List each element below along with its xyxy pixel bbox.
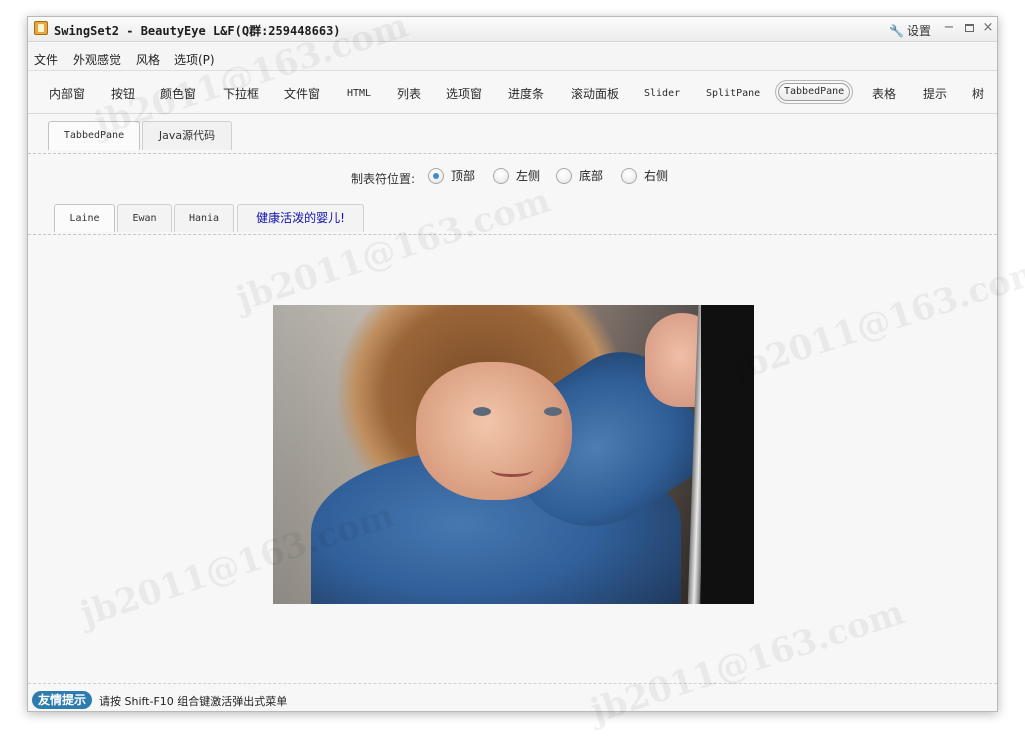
demo-tab-strip: TabbedPane Java源代码	[28, 116, 997, 154]
menu-style[interactable]: 风格	[136, 51, 160, 68]
toolbar-color-chooser[interactable]: 颜色窗	[160, 85, 196, 103]
toolbar-button[interactable]: 按钮	[111, 85, 135, 103]
toolbar-internal-frame[interactable]: 内部窗	[49, 85, 85, 103]
radio-unselected-icon	[556, 167, 572, 184]
settings-label: 设置	[906, 24, 931, 38]
tab-placement-label: 制表符位置:	[351, 172, 416, 186]
menu-bar: 文件 外观感觉 风格 选项(P)	[28, 43, 997, 71]
person-tab-strip: Laine Ewan Hania 健康活泼的婴儿!	[28, 200, 997, 235]
photo-left-eye	[473, 407, 491, 416]
minimize-icon[interactable]: −	[942, 21, 956, 35]
toolbar-slider[interactable]: Slider	[644, 85, 680, 103]
tab-tabbed-pane-demo[interactable]: TabbedPane	[48, 121, 140, 150]
placement-top-radio[interactable]: 顶部	[428, 167, 475, 184]
menu-options[interactable]: 选项(P)	[174, 51, 215, 68]
placement-bottom-label: 底部	[579, 169, 604, 183]
demo-toolbar: 内部窗 按钮 颜色窗 下拉框 文件窗 HTML 列表 选项窗 进度条 滚动面板 …	[28, 72, 997, 114]
title-bar: SwingSet2 - BeautyEye L&F(Q群:259448663) …	[28, 17, 997, 42]
tab-laine[interactable]: Laine	[54, 204, 115, 232]
toolbar-list[interactable]: 列表	[397, 85, 421, 103]
window-title: SwingSet2 - BeautyEye L&F(Q群:259448663)	[54, 24, 341, 38]
placement-left-radio[interactable]: 左侧	[493, 167, 540, 184]
toolbar-progress-bar[interactable]: 进度条	[508, 85, 544, 103]
wrench-icon: 🔧	[889, 23, 904, 38]
toolbar-scroll-pane[interactable]: 滚动面板	[571, 85, 619, 103]
menu-file[interactable]: 文件	[34, 51, 58, 68]
toolbar-table[interactable]: 表格	[872, 85, 896, 103]
tab-placement-options: 制表符位置: 顶部 左侧 底部 右侧	[28, 166, 997, 188]
child-photo	[273, 305, 754, 604]
maximize-icon[interactable]	[962, 21, 976, 35]
placement-right-label: 右侧	[644, 169, 669, 183]
toolbar-tabbed-pane[interactable]: TabbedPane	[775, 80, 854, 104]
placement-top-label: 顶部	[451, 169, 476, 183]
status-badge: 友情提示	[32, 691, 93, 709]
radio-selected-icon	[428, 167, 444, 184]
radio-unselected-icon	[621, 167, 637, 184]
tab-hania[interactable]: Hania	[174, 204, 234, 232]
status-message: 请按 Shift-F10 组合键激活弹出式菜单	[99, 695, 288, 708]
toolbar-file-chooser[interactable]: 文件窗	[284, 85, 320, 103]
toolbar-option-pane[interactable]: 选项窗	[446, 85, 482, 103]
tab-healthy-baby[interactable]: 健康活泼的婴儿!	[237, 204, 364, 232]
placement-bottom-radio[interactable]: 底部	[556, 167, 603, 184]
swingset-window: SwingSet2 - BeautyEye L&F(Q群:259448663) …	[27, 16, 998, 712]
placement-right-radio[interactable]: 右侧	[621, 167, 668, 184]
toolbar-html[interactable]: HTML	[347, 85, 371, 103]
close-icon[interactable]: ×	[981, 21, 995, 35]
toolbar-split-pane[interactable]: SplitPane	[706, 85, 760, 103]
menu-look-and-feel[interactable]: 外观感觉	[73, 51, 121, 68]
photo-dark-door	[701, 305, 754, 604]
toolbar-combo-box[interactable]: 下拉框	[223, 85, 259, 103]
tab-ewan[interactable]: Ewan	[117, 204, 172, 232]
application-icon	[34, 21, 48, 35]
photo-smile	[491, 463, 533, 477]
toolbar-tooltip[interactable]: 提示	[923, 85, 947, 103]
radio-unselected-icon	[493, 167, 509, 184]
photo-right-eye	[544, 407, 562, 416]
tab-java-source[interactable]: Java源代码	[142, 121, 232, 150]
toolbar-tree[interactable]: 树	[972, 85, 984, 103]
photo-face	[416, 362, 572, 500]
status-bar: 友情提示 请按 Shift-F10 组合键激活弹出式菜单	[28, 683, 997, 711]
settings-button[interactable]: 🔧 设置	[889, 22, 931, 39]
placement-left-label: 左侧	[516, 169, 541, 183]
